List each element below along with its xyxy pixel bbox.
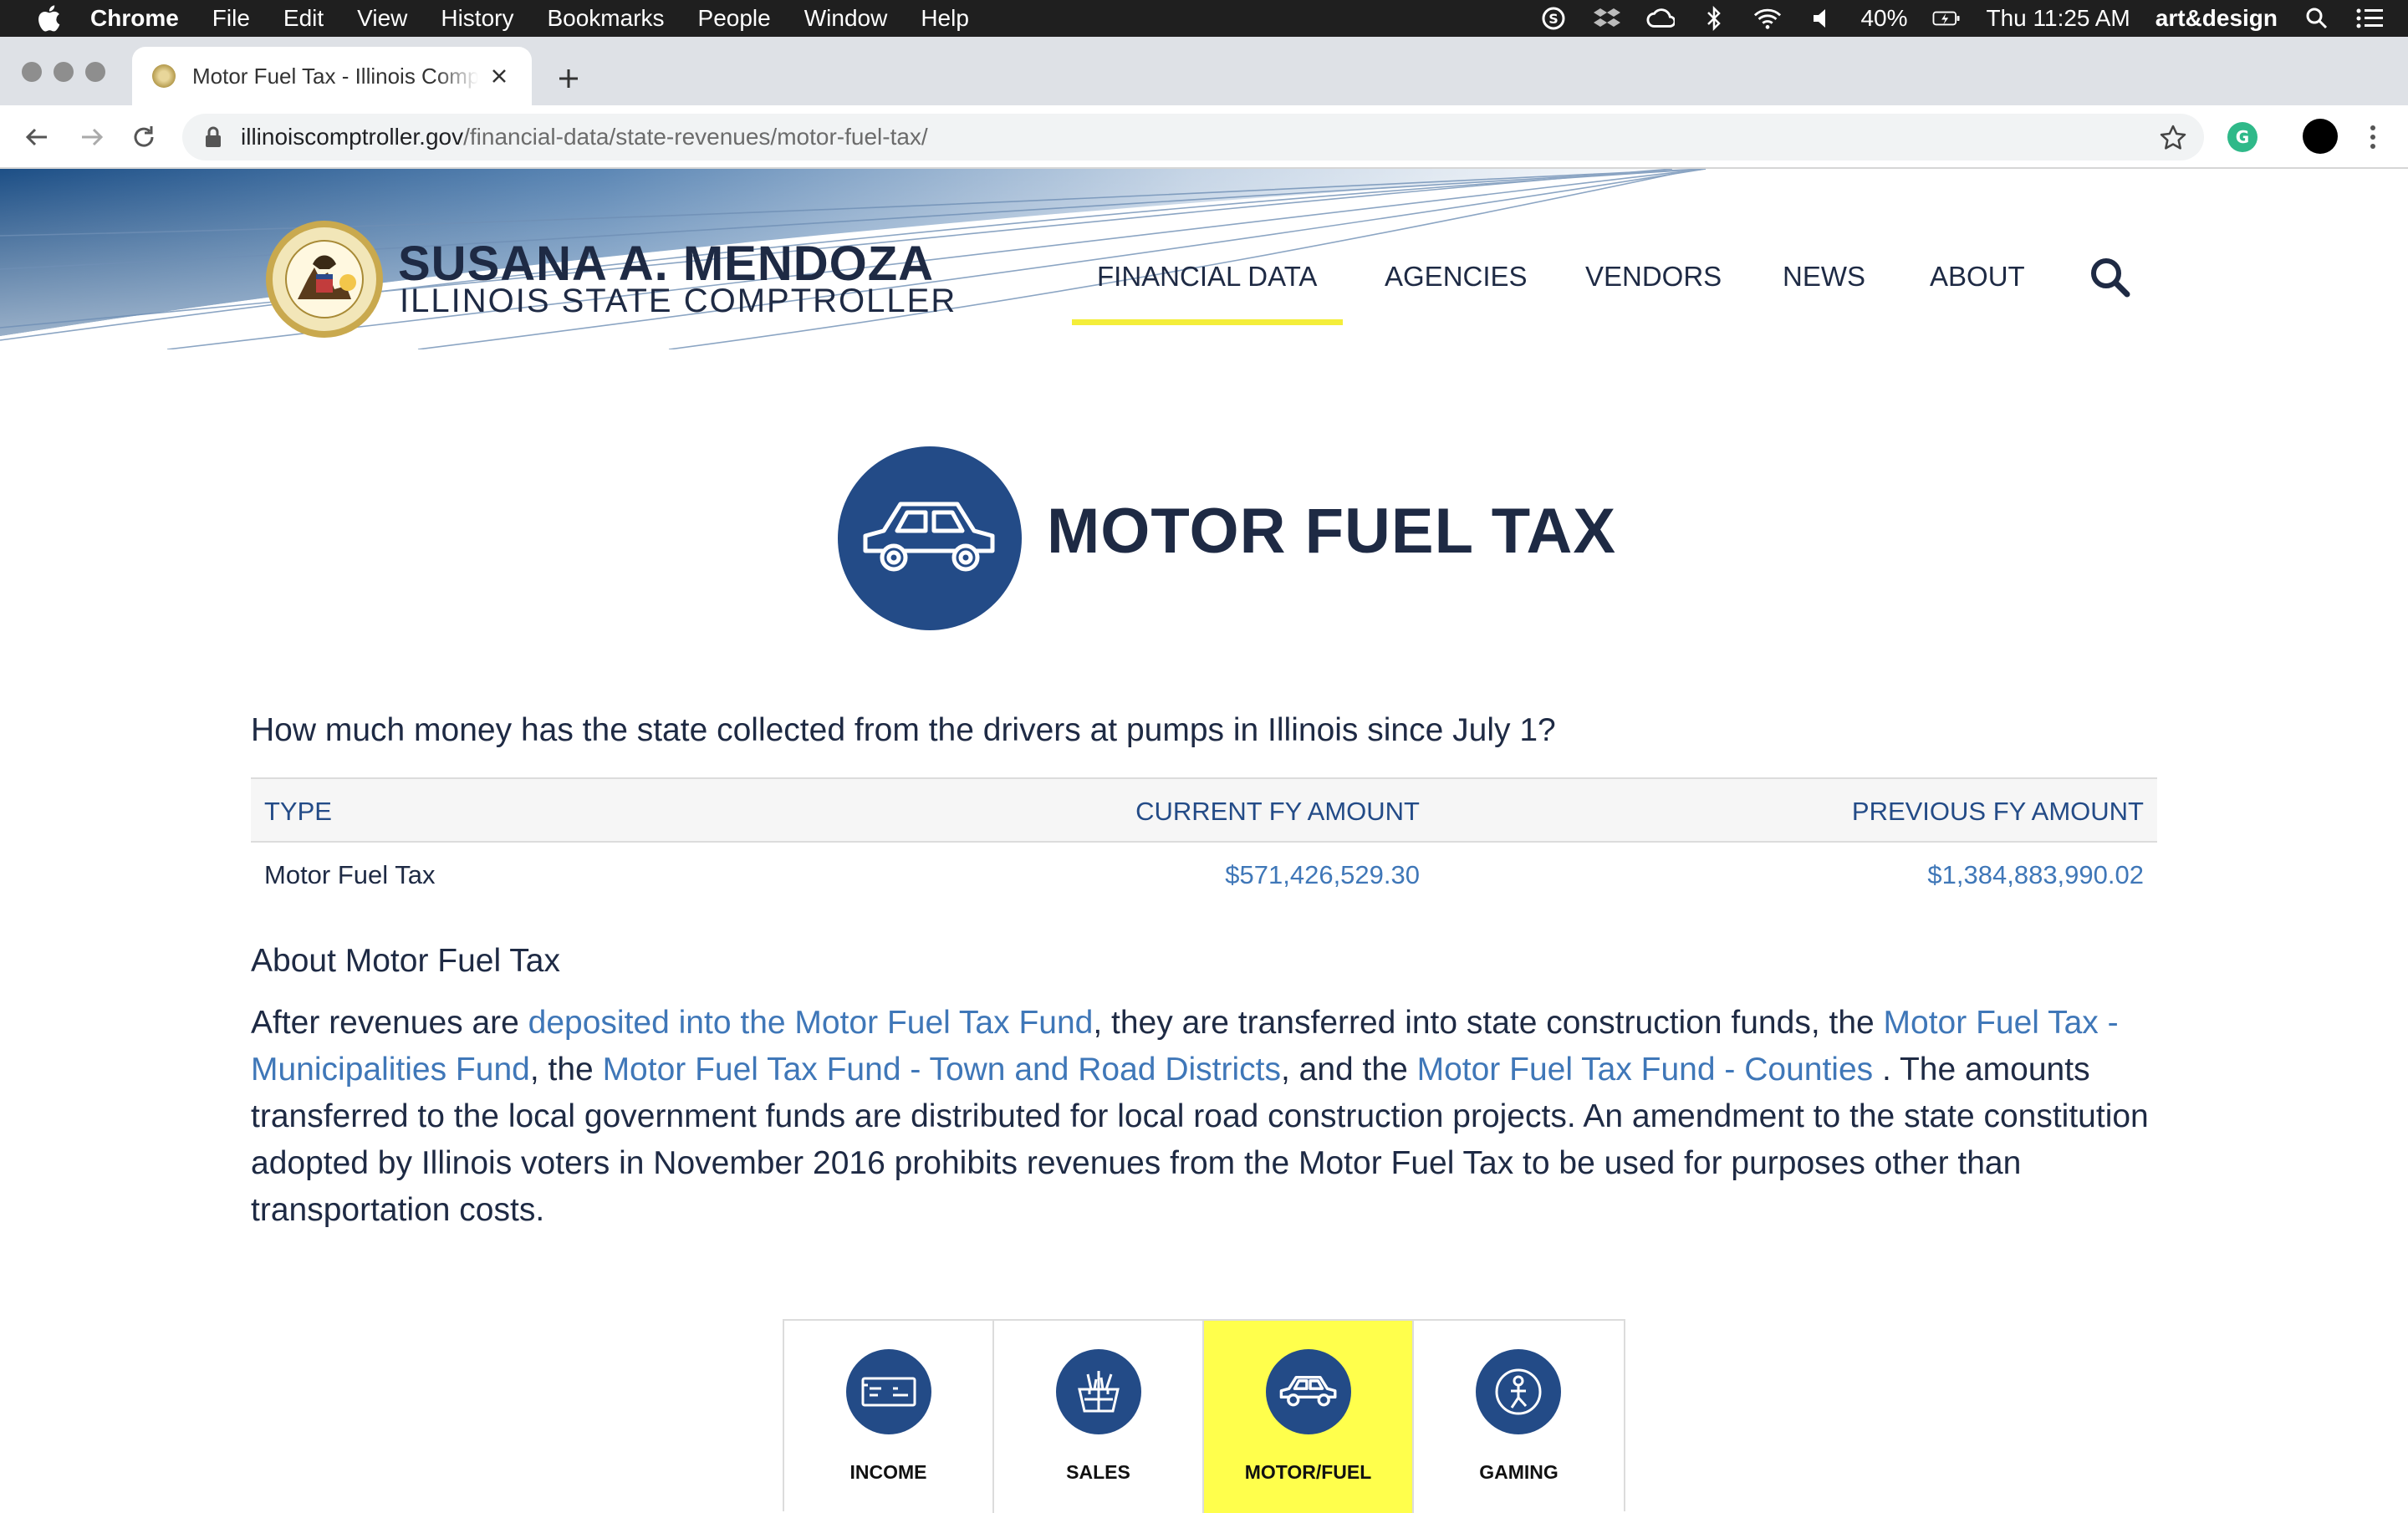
apple-menu-icon[interactable]: [32, 2, 65, 35]
bluetooth-icon[interactable]: [1700, 4, 1728, 33]
car-icon: [863, 502, 995, 572]
creative-cloud-icon[interactable]: [1646, 4, 1676, 33]
menubar-clock[interactable]: Thu 11:25 AM: [1986, 5, 2130, 32]
tile-label: INCOME: [849, 1461, 927, 1483]
dropbox-icon[interactable]: [1593, 4, 1621, 33]
about-text-1: After revenues are: [251, 1005, 528, 1041]
tile-motor-fuel[interactable]: MOTOR/FUEL: [1204, 1321, 1414, 1513]
nav-agencies[interactable]: AGENCIES: [1385, 261, 1528, 293]
car-icon: [1266, 1349, 1351, 1434]
shopping-basket-icon: [1056, 1349, 1141, 1434]
skype-icon[interactable]: S: [1539, 4, 1568, 33]
browser-toolbar: illinoiscomptroller.gov/financial-data/s…: [0, 105, 2408, 169]
site-favicon-icon: [152, 64, 176, 88]
battery-percent[interactable]: 40%: [1860, 5, 1907, 32]
menu-edit[interactable]: Edit: [283, 5, 324, 32]
illinois-state-seal-logo[interactable]: [264, 219, 385, 339]
url-path: /financial-data/state-revenues/motor-fue…: [463, 124, 928, 150]
menubar-status-area: S 40% Thu 11:25 AM art&design: [1539, 0, 2385, 37]
profile-avatar[interactable]: [2303, 119, 2338, 154]
window-minimize-button[interactable]: [54, 62, 74, 82]
tile-label: SALES: [1066, 1461, 1130, 1483]
tile-income[interactable]: INCOME: [784, 1321, 994, 1513]
macos-menu-bar: Chrome File Edit View History Bookmarks …: [0, 0, 2408, 37]
tile-sales[interactable]: SALES: [994, 1321, 1204, 1513]
url-host: illinoiscomptroller.gov: [241, 124, 464, 150]
nav-vendors[interactable]: VENDORS: [1585, 261, 1722, 293]
address-bar[interactable]: illinoiscomptroller.gov/financial-data/s…: [182, 114, 2204, 160]
gaming-icon: [1476, 1349, 1561, 1434]
notification-center-icon[interactable]: [2356, 4, 2385, 33]
browser-tab-active[interactable]: Motor Fuel Tax - Illinois Comptroller: [132, 47, 532, 105]
tile-label: GAMING: [1479, 1461, 1559, 1483]
link-counties-fund[interactable]: Motor Fuel Tax Fund - Counties: [1417, 1052, 1874, 1088]
lock-icon[interactable]: [201, 125, 226, 150]
tile-label: MOTOR/FUEL: [1244, 1461, 1372, 1483]
tab-close-icon[interactable]: [487, 64, 512, 89]
tab-title: Motor Fuel Tax - Illinois Comptroller: [192, 63, 478, 89]
reload-icon[interactable]: [127, 120, 161, 154]
tile-gaming[interactable]: GAMING: [1414, 1321, 1624, 1513]
about-text-3: , the: [529, 1052, 603, 1088]
about-paragraph: After revenues are deposited into the Mo…: [251, 1000, 2166, 1234]
menu-bookmarks[interactable]: Bookmarks: [547, 5, 664, 32]
page-title: MOTOR FUEL TAX: [1047, 496, 1617, 567]
window-close-button[interactable]: [22, 62, 42, 82]
battery-charging-icon[interactable]: [1932, 4, 1961, 33]
link-deposited-into-fund[interactable]: deposited into the Motor Fuel Tax Fund: [528, 1005, 1094, 1041]
window-zoom-button[interactable]: [85, 62, 105, 82]
paycheck-icon: [846, 1349, 931, 1434]
column-header-previous-fy: PREVIOUS FY AMOUNT: [1851, 797, 2144, 826]
row-type: Motor Fuel Tax: [264, 860, 436, 889]
menu-window[interactable]: Window: [804, 5, 888, 32]
about-text-2: , they are transferred into state constr…: [1093, 1005, 1884, 1041]
chrome-menu-icon[interactable]: [2356, 120, 2390, 154]
revenue-question: How much money has the state collected f…: [251, 712, 1556, 748]
revenue-category-tiles: INCOME SALES MOTOR/FUEL GAMING: [783, 1319, 1625, 1513]
spotlight-search-icon[interactable]: [2303, 4, 2331, 33]
menu-help[interactable]: Help: [921, 5, 969, 32]
brand-subtitle[interactable]: ILLINOIS STATE COMPTROLLER: [400, 283, 957, 320]
link-town-road-districts-fund[interactable]: Motor Fuel Tax Fund - Town and Road Dist…: [603, 1052, 1281, 1088]
new-tab-plus-icon[interactable]: [552, 62, 585, 95]
nav-news[interactable]: NEWS: [1783, 261, 1865, 293]
wifi-icon[interactable]: [1753, 4, 1782, 33]
bookmark-star-icon[interactable]: [2159, 124, 2187, 152]
svg-text:G: G: [2236, 127, 2249, 147]
revenue-table: TYPE CURRENT FY AMOUNT PREVIOUS FY AMOUN…: [251, 777, 2157, 908]
back-arrow-icon[interactable]: [20, 120, 54, 154]
menu-app-chrome[interactable]: Chrome: [90, 5, 179, 32]
menubar-user-name[interactable]: art&design: [2155, 5, 2278, 32]
menu-history[interactable]: History: [441, 5, 513, 32]
menu-view[interactable]: View: [357, 5, 407, 32]
forward-arrow-icon[interactable]: [75, 120, 109, 154]
menu-file[interactable]: File: [212, 5, 250, 32]
grammarly-extension-icon[interactable]: G: [2227, 122, 2258, 152]
motor-fuel-hero-icon: [838, 446, 1022, 630]
about-heading: About Motor Fuel Tax: [251, 943, 560, 979]
row-current-amount[interactable]: $571,426,529.30: [1225, 843, 1420, 908]
svg-text:S: S: [1549, 11, 1559, 27]
about-text-4: , and the: [1280, 1052, 1417, 1088]
table-header-row: TYPE CURRENT FY AMOUNT PREVIOUS FY AMOUN…: [251, 777, 2157, 843]
menu-people[interactable]: People: [698, 5, 771, 32]
row-previous-amount[interactable]: $1,384,883,990.02: [1927, 843, 2144, 908]
active-nav-indicator: [1072, 319, 1343, 325]
nav-about[interactable]: ABOUT: [1930, 261, 2025, 293]
volume-icon[interactable]: [1807, 4, 1835, 33]
column-header-type: TYPE: [264, 797, 332, 826]
site-search-icon[interactable]: [2087, 254, 2134, 301]
column-header-current-fy: CURRENT FY AMOUNT: [1135, 797, 1420, 826]
browser-tab-strip: Motor Fuel Tax - Illinois Comptroller: [0, 37, 2408, 105]
table-row: Motor Fuel Tax $571,426,529.30 $1,384,88…: [251, 843, 2157, 908]
nav-financial-data[interactable]: FINANCIAL DATA: [1097, 261, 1317, 293]
